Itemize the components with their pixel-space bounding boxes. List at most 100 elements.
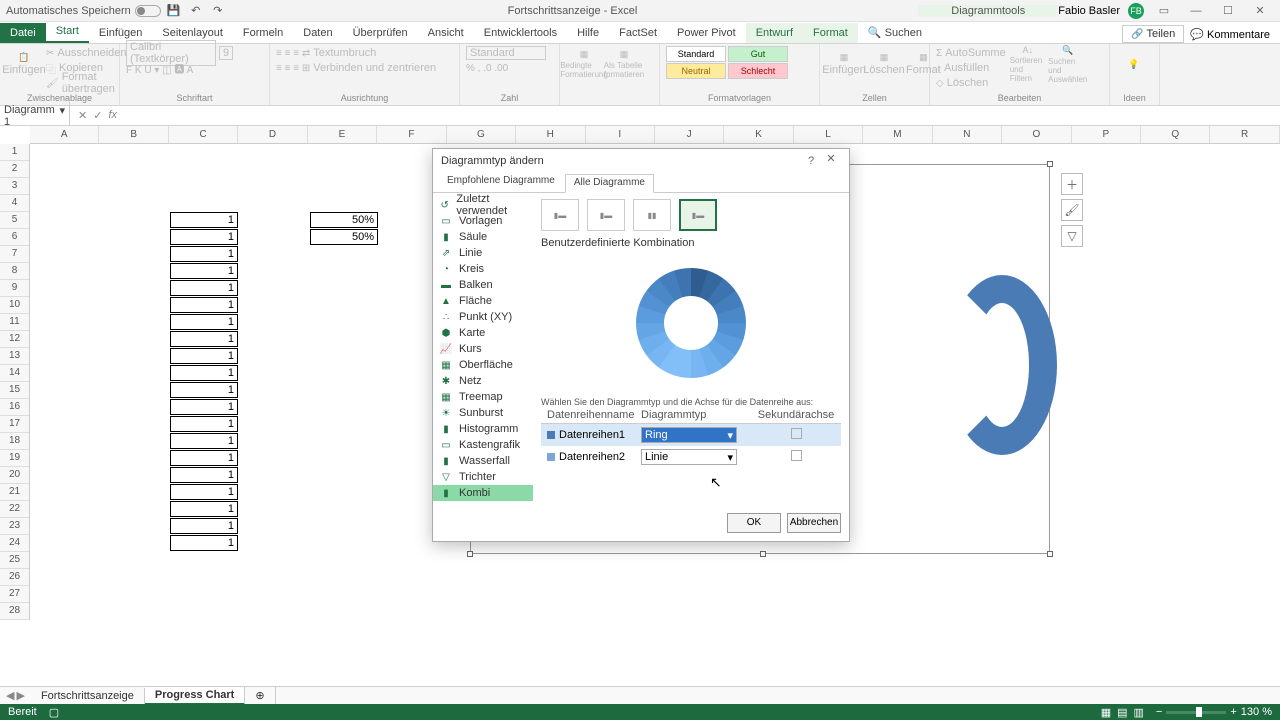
row-head[interactable]: 6 [0,229,29,246]
style-bad[interactable]: Schlecht [728,63,788,79]
cell[interactable]: 1 [170,399,238,415]
cond-format-button[interactable]: ▦Bedingte Formatierung [566,46,602,82]
align-buttons[interactable]: ≡ ≡ ≡ ⇄ Textumbruch [276,46,376,60]
tab-design[interactable]: Entwurf [746,23,803,43]
row-head[interactable]: 13 [0,348,29,365]
cancel-button[interactable]: Abbrechen [787,513,841,533]
col-head[interactable]: I [586,126,655,143]
cell[interactable]: 1 [170,365,238,381]
cell[interactable]: 1 [170,314,238,330]
col-head[interactable]: P [1072,126,1141,143]
chart-elements-icon[interactable]: ＋ [1061,173,1083,195]
fx-icon[interactable]: fx [108,109,117,122]
number-format-select[interactable]: Standard [466,46,546,60]
chart-type-kurs[interactable]: 📈Kurs [433,341,533,357]
sheet-tab-1[interactable]: Fortschrittsanzeige [31,688,145,704]
row-head[interactable]: 24 [0,535,29,552]
row-head[interactable]: 15 [0,382,29,399]
col-head[interactable]: E [308,126,377,143]
col-head[interactable]: G [447,126,516,143]
series1-axis-checkbox[interactable] [791,428,802,439]
row-head[interactable]: 28 [0,603,29,620]
row-head[interactable]: 26 [0,569,29,586]
tab-recommended[interactable]: Empfohlene Diagramme [439,173,563,192]
insert-cells-button[interactable]: ▦Einfügen [826,46,862,82]
font-size-select[interactable]: 9 [219,46,233,60]
cut-button[interactable]: ✂ Ausschneiden [46,46,127,60]
maximize-icon[interactable]: ☐ [1216,2,1240,20]
chart-type-oberflche[interactable]: ▦Oberfläche [433,357,533,373]
cell[interactable]: 1 [170,297,238,313]
cell[interactable]: 1 [170,331,238,347]
new-sheet-button[interactable]: ⊕ [245,687,275,704]
cell[interactable]: 1 [170,263,238,279]
chart-type-kombi[interactable]: ▮Kombi [433,485,533,501]
merge-button[interactable]: ≡ ≡ ≡ ⊞ Verbinden und zentrieren [276,61,436,75]
chart-type-punktxy[interactable]: ∴Punkt (XY) [433,309,533,325]
row-head[interactable]: 14 [0,365,29,382]
col-head[interactable]: J [655,126,724,143]
sheet-nav-prev-icon[interactable]: ◀ [6,689,14,702]
chart-type-zuletztverwendet[interactable]: ↺Zuletzt verwendet [433,197,533,213]
combo-type-3[interactable]: ▮▮ [633,199,671,231]
chart-type-balken[interactable]: ▬Balken [433,277,533,293]
minimize-icon[interactable]: — [1184,2,1208,20]
row-head[interactable]: 23 [0,518,29,535]
row-head[interactable]: 10 [0,297,29,314]
search[interactable]: 🔍 Suchen [858,22,932,43]
comments-button[interactable]: 💬 Kommentare [1190,28,1270,41]
tab-powerpivot[interactable]: Power Pivot [667,23,746,43]
row-head[interactable]: 20 [0,467,29,484]
dialog-help-icon[interactable]: ? [801,155,821,167]
sheet-nav-next-icon[interactable]: ▶ [16,689,24,702]
zoom-level[interactable]: 130 % [1241,706,1272,718]
cell[interactable]: 1 [170,501,238,517]
chart-styles-icon[interactable]: 🖌 [1061,199,1083,221]
col-head[interactable]: C [169,126,238,143]
row-head[interactable]: 25 [0,552,29,569]
number-buttons[interactable]: % , .0 .00 [466,61,508,75]
row-head[interactable]: 9 [0,280,29,297]
tab-factset[interactable]: FactSet [609,23,667,43]
chart-type-karte[interactable]: ⬢Karte [433,325,533,341]
cell[interactable]: 1 [170,416,238,432]
chart-type-kreis[interactable]: ◔Kreis [433,261,533,277]
tab-all-charts[interactable]: Alle Diagramme [565,174,654,193]
row-head[interactable]: 1 [0,144,29,161]
share-button[interactable]: 🔗 Teilen [1122,25,1184,43]
format-painter-button[interactable]: 🖌 Format übertragen [46,76,127,90]
macro-record-icon[interactable]: ▢ [49,706,59,719]
view-layout-icon[interactable]: ▤ [1117,706,1127,719]
user-avatar[interactable]: FB [1128,3,1144,19]
combo-type-1[interactable]: ▮▬ [541,199,579,231]
paste-button[interactable]: 📋Einfügen [6,46,42,82]
chart-filter-icon[interactable]: ▽ [1061,225,1083,247]
combo-type-2[interactable]: ▮▬ [587,199,625,231]
col-head[interactable]: D [238,126,307,143]
row-head[interactable]: 12 [0,331,29,348]
style-standard[interactable]: Standard [666,46,726,62]
chart-type-flche[interactable]: ▲Fläche [433,293,533,309]
tab-view[interactable]: Ansicht [418,23,474,43]
chart-type-wasserfall[interactable]: ▮Wasserfall [433,453,533,469]
tab-review[interactable]: Überprüfen [343,23,418,43]
cell[interactable]: 1 [170,382,238,398]
row-head[interactable]: 7 [0,246,29,263]
row-head[interactable]: 22 [0,501,29,518]
col-head[interactable]: R [1210,126,1279,143]
dialog-close-icon[interactable]: ✕ [821,152,841,170]
autosum-button[interactable]: Σ AutoSumme [936,46,1006,60]
col-head[interactable]: A [30,126,99,143]
chart-type-sule[interactable]: ▮Säule [433,229,533,245]
row-head[interactable]: 2 [0,161,29,178]
chart-type-histogramm[interactable]: ▮Histogramm [433,421,533,437]
find-button[interactable]: 🔍Suchen und Auswählen [1050,46,1086,82]
row-head[interactable]: 27 [0,586,29,603]
tab-data[interactable]: Daten [293,23,342,43]
row-head[interactable]: 3 [0,178,29,195]
tab-dev[interactable]: Entwicklertools [474,23,567,43]
chart-type-netz[interactable]: ✱Netz [433,373,533,389]
view-normal-icon[interactable]: ▦ [1101,706,1111,719]
font-style-buttons[interactable]: F K U ▾ ◫ 🅰 A [126,61,193,75]
col-head[interactable]: B [99,126,168,143]
